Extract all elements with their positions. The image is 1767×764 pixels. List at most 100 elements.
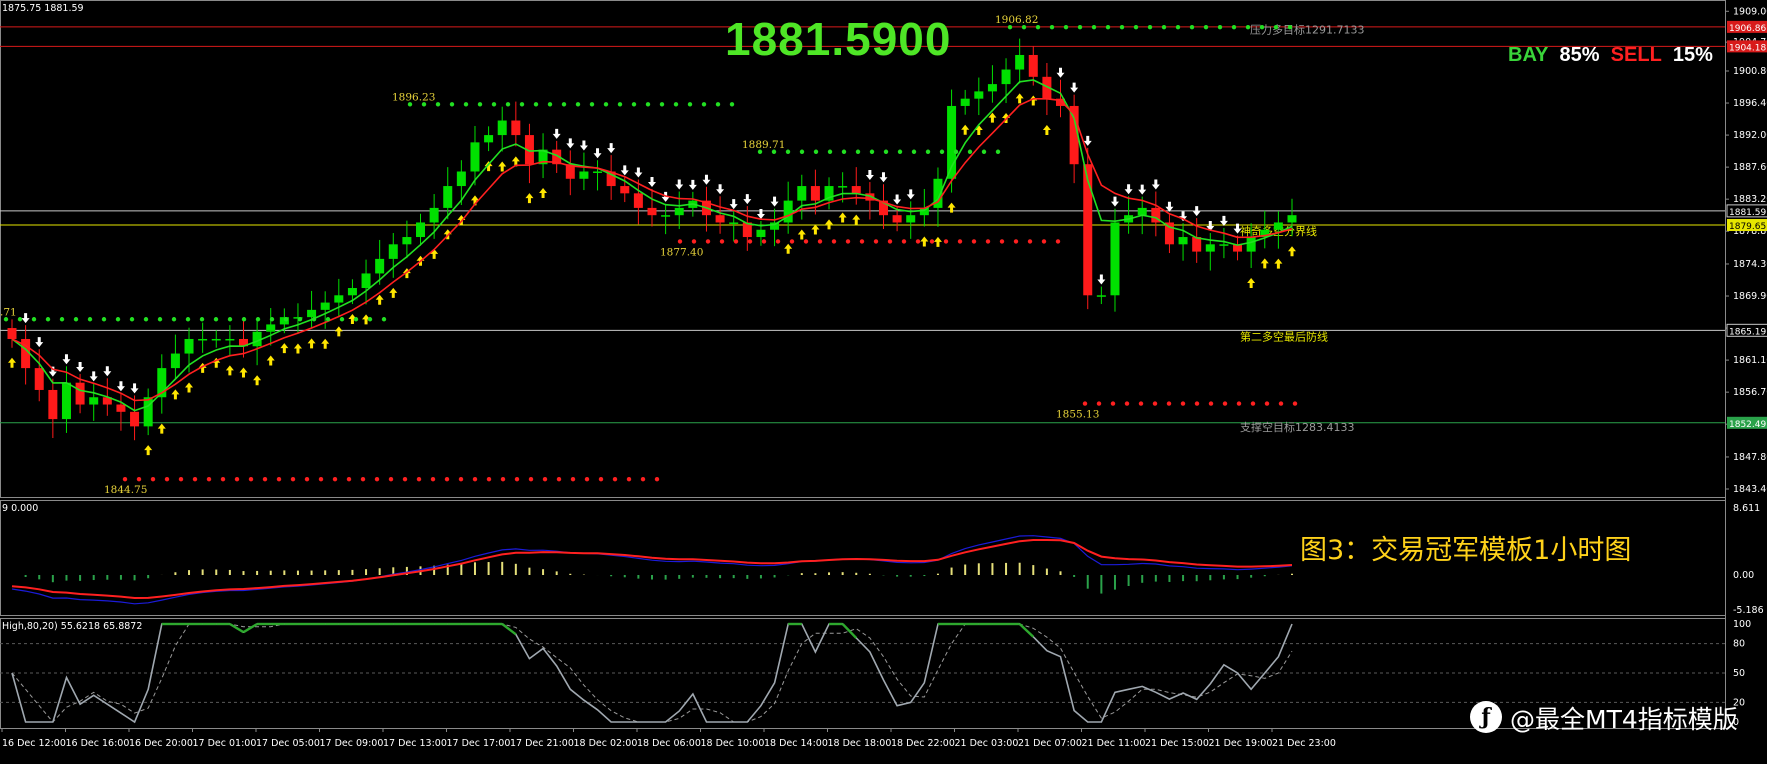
trading-chart[interactable]: 1875.75 1881.591909.001904.761900.801896… <box>0 0 1767 764</box>
swing-level-dot <box>262 476 268 482</box>
candle-body <box>484 135 494 143</box>
swing-level-dot <box>234 476 240 482</box>
down-arrow-icon <box>116 381 125 392</box>
candle-body <box>34 368 44 390</box>
swing-level-dot <box>687 102 693 107</box>
candle-body <box>320 302 330 310</box>
down-arrow-icon <box>89 371 98 382</box>
up-arrow-icon <box>157 423 166 434</box>
candle-body <box>756 229 766 238</box>
main-y-tick-label: 1900.80 <box>1733 66 1767 77</box>
swing-level-dot <box>561 102 567 107</box>
swing-level-dot <box>1259 24 1265 30</box>
stoch-y-tick-label: 80 <box>1733 639 1745 650</box>
swing-level-dot <box>276 476 282 482</box>
candle-body <box>1015 54 1025 70</box>
swing-level-dot <box>367 317 373 322</box>
swing-level-dot <box>45 317 51 322</box>
swing-level-dot <box>817 239 823 244</box>
sell-label: SELL <box>1610 44 1662 66</box>
swing-level-dot <box>1077 24 1083 30</box>
swing-level-dot <box>150 476 156 482</box>
up-arrow-icon <box>920 236 929 247</box>
swing-level-dot <box>227 317 233 322</box>
x-axis-label: 18 Dec 02:00 <box>574 738 638 749</box>
x-axis-label: 21 Dec 07:00 <box>1018 738 1082 749</box>
up-arrow-icon <box>784 243 793 254</box>
swing-level-dot <box>869 149 875 154</box>
x-axis-label: 21 Dec 19:00 <box>1209 738 1273 749</box>
level-tag-label: 1852.49 <box>1729 420 1766 430</box>
x-axis-label: 17 Dec 01:00 <box>193 738 257 749</box>
candle-body <box>974 91 984 99</box>
candle-body <box>266 324 276 332</box>
swing-level-dot <box>729 102 735 107</box>
swing-level-dot <box>1133 24 1139 30</box>
swing-level-dot <box>1161 24 1167 30</box>
swing-level-dot <box>1250 401 1256 406</box>
swing-level-dot <box>1175 24 1181 30</box>
swing-level-dot <box>1166 401 1172 406</box>
stoch-overbought-segment <box>841 623 858 639</box>
macd-main-line <box>11 539 1293 600</box>
down-arrow-icon <box>675 179 684 190</box>
swing-level-dot <box>547 102 553 107</box>
swing-level-dot <box>715 102 721 107</box>
up-arrow-icon <box>171 389 180 400</box>
candle-body <box>906 215 916 223</box>
candle-body <box>225 338 235 341</box>
swing-level-dot <box>677 239 683 244</box>
candle-body <box>892 215 902 223</box>
swing-level-dot <box>213 317 219 322</box>
candle-body <box>89 397 99 405</box>
swing-level-dot <box>967 149 973 154</box>
down-arrow-icon <box>743 194 752 205</box>
swing-level-dot <box>360 476 366 482</box>
swing-level-dot <box>59 317 65 322</box>
swing-level-dot <box>136 476 142 482</box>
swing-level-dot <box>1273 24 1279 30</box>
swing-level-dot <box>1180 401 1186 406</box>
main-y-tick-label: 1887.60 <box>1733 162 1767 173</box>
main-y-tick-label: 1883.20 <box>1733 194 1767 205</box>
stoch-overbought-segment <box>242 622 258 634</box>
down-arrow-icon <box>1056 67 1065 78</box>
candle-body <box>511 120 521 136</box>
main-y-tick-label: 1896.40 <box>1733 98 1767 109</box>
swing-level-dot <box>1041 239 1047 244</box>
candle-body <box>61 382 71 420</box>
swing-level-dot <box>556 476 562 482</box>
swing-level-dot <box>785 149 791 154</box>
down-arrow-icon <box>1110 196 1119 207</box>
swing-level-dot <box>143 317 149 322</box>
down-arrow-icon <box>648 176 656 187</box>
candle-body <box>456 171 466 187</box>
swing-level-dot <box>374 476 380 482</box>
swing-level-dot <box>570 476 576 482</box>
sell-percent: 15% <box>1672 44 1713 66</box>
level-tag-label: 1904.18 <box>1729 43 1766 53</box>
swing-level-dot <box>733 239 739 244</box>
fast-ma-line <box>11 79 1293 412</box>
swing-level-dot <box>845 239 851 244</box>
swing-level-dot <box>957 239 963 244</box>
macd-signal-line <box>11 535 1293 605</box>
bay-label: BAY <box>1508 44 1549 66</box>
swing-level-dot <box>1013 239 1019 244</box>
candle-body <box>211 338 221 341</box>
up-arrow-icon <box>1015 93 1024 104</box>
swing-level-dot <box>339 317 345 322</box>
down-arrow-icon <box>716 184 725 195</box>
swing-level-dot <box>1245 24 1251 30</box>
main-y-tick-label: 1869.90 <box>1733 291 1767 302</box>
level-tag-label: 1906.86 <box>1729 24 1766 34</box>
swing-level-label: 1877.40 <box>660 246 703 258</box>
swing-level-dot <box>575 102 581 107</box>
swing-level-dot <box>435 102 441 107</box>
swing-level-dot <box>901 239 907 244</box>
swing-level-dot <box>929 239 935 244</box>
swing-level-dot <box>402 476 408 482</box>
candle-body <box>7 328 17 339</box>
watermark-text: @最全MT4指标模版 <box>1510 705 1738 734</box>
swing-level-dot <box>855 149 861 154</box>
